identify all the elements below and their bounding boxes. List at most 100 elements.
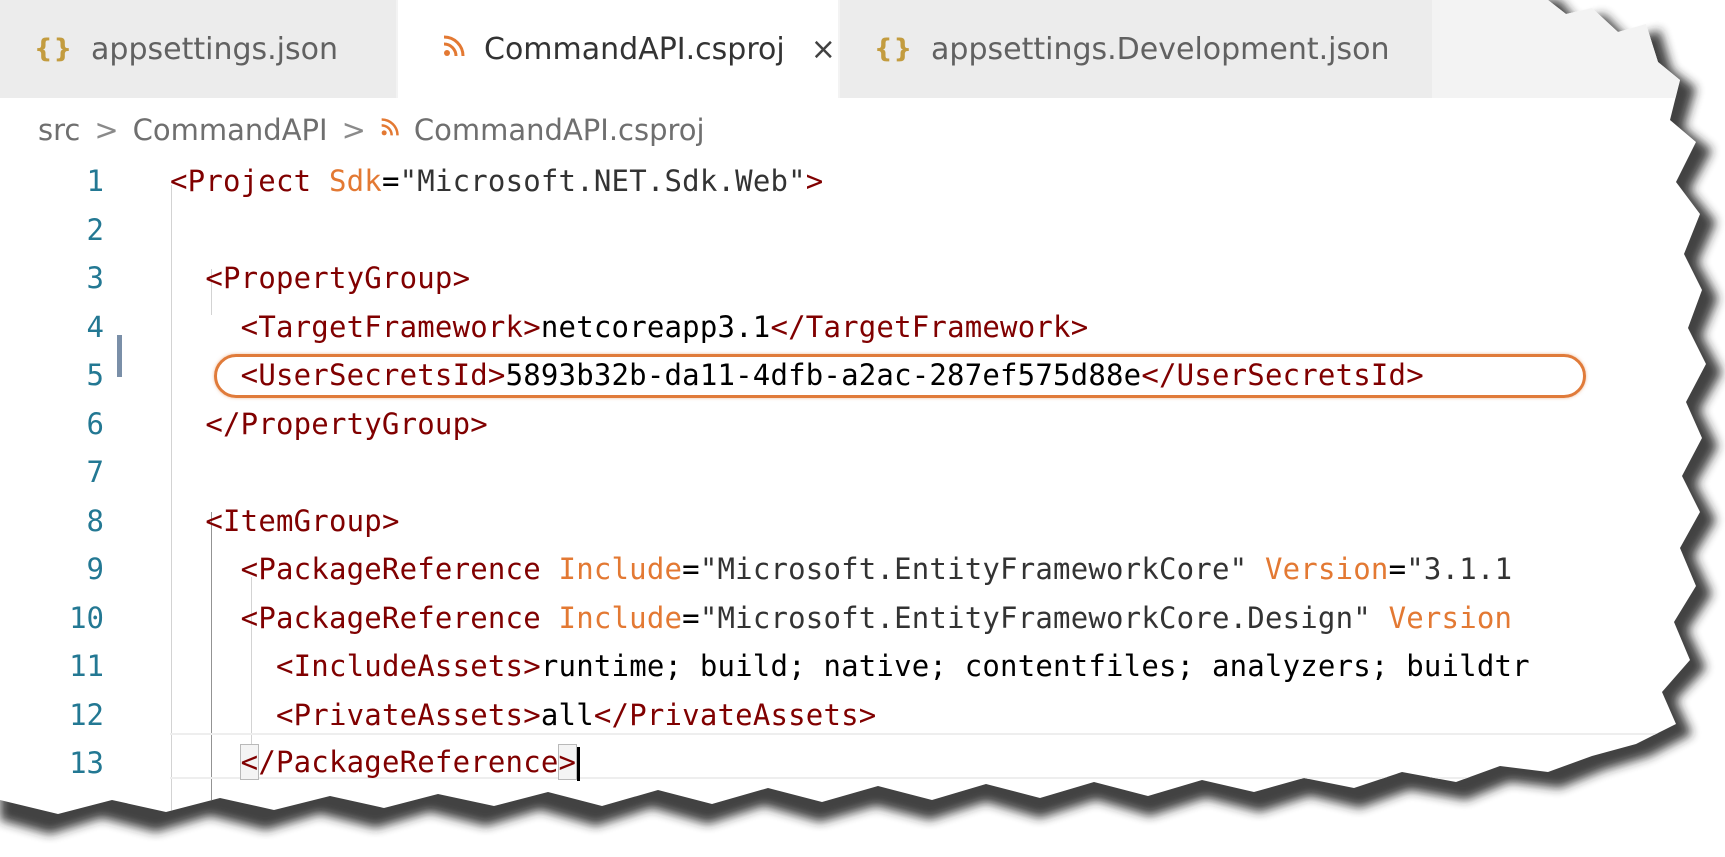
code-line[interactable]: 3 <PropertyGroup> — [0, 254, 1725, 302]
code-token: > — [1070, 309, 1089, 344]
code-token: PackageReference — [258, 600, 541, 635]
code-token: < — [275, 697, 294, 732]
breadcrumb-item-src[interactable]: src — [38, 113, 80, 147]
code-token: > — [523, 697, 541, 732]
code-line[interactable]: 2 — [0, 206, 1725, 254]
line-code: <PackageReference Include="Microsoft.Ent… — [170, 552, 1512, 586]
code-line[interactable]: 4 <TargetFramework>netcoreapp3.1</Target… — [0, 303, 1725, 351]
line-number: 7 — [86, 455, 104, 489]
line-number: 12 — [69, 697, 104, 732]
line-number: 13 — [69, 746, 104, 780]
code-token: TargetFramework — [805, 309, 1071, 344]
code-token: PackageReference — [275, 745, 559, 779]
code-token: </ — [770, 309, 806, 344]
code-token: = — [1388, 552, 1407, 586]
code-line[interactable]: 9 <PackageReference Include="Microsoft.E… — [0, 545, 1725, 593]
code-token: = — [381, 164, 400, 198]
code-line[interactable]: 12 <PrivateAssets>all</PrivateAssets> — [0, 691, 1725, 739]
line-number: 9 — [86, 552, 104, 586]
code-token: runtime; build; native; contentfiles; an… — [540, 649, 1530, 683]
code-token: Include — [558, 600, 683, 635]
code-token: Project — [187, 164, 312, 198]
json-braces-icon: {} — [874, 34, 914, 64]
tab-appsettings-json[interactable]: {} appsettings.json — [0, 0, 398, 98]
code-token: Version — [1388, 600, 1513, 635]
code-token: "Microsoft.EntityFrameworkCore.Design" — [699, 600, 1371, 635]
code-token: > — [470, 406, 488, 441]
code-editor[interactable]: 1 <Project Sdk="Microsoft.NET.Sdk.Web"> 2 3… — [0, 157, 1725, 857]
code-token: PrivateAssets — [629, 697, 859, 732]
code-token: PackageReference — [258, 552, 541, 586]
breadcrumb-item-file[interactable]: CommandAPI.csproj — [414, 113, 705, 147]
line-code: <PropertyGroup> — [170, 261, 470, 295]
code-token: < — [240, 600, 259, 635]
code-token: PropertyGroup — [223, 261, 453, 295]
code-token: </ — [593, 697, 630, 732]
code-token: < — [240, 309, 259, 344]
close-tab-icon[interactable]: × — [811, 32, 836, 67]
code-line[interactable]: 13 </PackageReference> — [0, 739, 1725, 787]
line-code: </PackageReference> — [170, 745, 580, 781]
line-number: 2 — [86, 212, 104, 247]
code-line[interactable]: 11 <IncludeAssets>runtime; build; native… — [0, 642, 1725, 690]
code-line[interactable]: 1 <Project Sdk="Microsoft.NET.Sdk.Web"> — [0, 157, 1725, 205]
tab-appsettings-development-json[interactable]: {} appsettings.Development.json — [840, 0, 1434, 98]
annotation-highlight-oval — [214, 354, 1586, 398]
code-line[interactable]: 8 <ItemGroup> — [0, 497, 1725, 545]
rss-icon — [380, 117, 400, 143]
tab-label: CommandAPI.csproj — [484, 31, 785, 67]
matched-bracket: < — [240, 745, 259, 779]
line-code: <PackageReference Include="Microsoft.Ent… — [170, 601, 1512, 635]
chevron-right-icon: > — [341, 113, 366, 147]
breadcrumb: src > CommandAPI > CommandAPI.csproj — [38, 108, 705, 152]
line-code: <PrivateAssets>all</PrivateAssets> — [170, 698, 876, 732]
code-line[interactable]: 10 <PackageReference Include="Microsoft.… — [0, 594, 1725, 642]
line-number: 4 — [86, 309, 104, 344]
json-braces-icon: {} — [34, 34, 74, 64]
code-token: < — [240, 552, 259, 586]
code-token: </ — [205, 406, 241, 441]
code-token: < — [205, 261, 223, 295]
code-token: > — [452, 261, 471, 295]
code-line[interactable]: 7 — [0, 448, 1725, 496]
code-line[interactable]: 6 </PropertyGroup> — [0, 400, 1725, 448]
code-token: Sdk — [328, 164, 382, 198]
tab-label: appsettings.json — [91, 31, 339, 67]
tab-commandapi-csproj[interactable]: CommandAPI.csproj × — [398, 0, 840, 98]
code-token: IncludeAssets — [293, 649, 524, 683]
line-code: <ItemGroup> — [170, 504, 400, 538]
line-number: 11 — [69, 649, 104, 683]
code-token: < — [205, 503, 223, 538]
line-number: 5 — [86, 358, 104, 392]
line-number: 6 — [86, 406, 104, 441]
code-token: > — [381, 503, 400, 538]
code-token: PrivateAssets — [293, 697, 524, 732]
code-token: > — [858, 697, 877, 732]
code-token: / — [258, 745, 276, 779]
code-token: "Microsoft.NET.Sdk.Web" — [399, 164, 806, 198]
breadcrumb-item-commandapi[interactable]: CommandAPI — [133, 113, 328, 147]
code-token: > — [805, 164, 824, 198]
code-token: Include — [558, 552, 683, 586]
code-token: < — [275, 649, 294, 683]
code-token: netcoreapp3.1 — [540, 309, 771, 344]
code-token: = — [682, 600, 700, 635]
code-token: > — [523, 309, 541, 344]
code-token: = — [682, 552, 700, 586]
matched-bracket: > — [558, 745, 577, 779]
code-token: PropertyGroup — [240, 406, 471, 441]
code-token: "3.1.1 — [1406, 552, 1513, 586]
code-token: TargetFramework — [258, 309, 524, 344]
code-token: Version — [1264, 552, 1389, 586]
chevron-right-icon: > — [94, 113, 119, 147]
